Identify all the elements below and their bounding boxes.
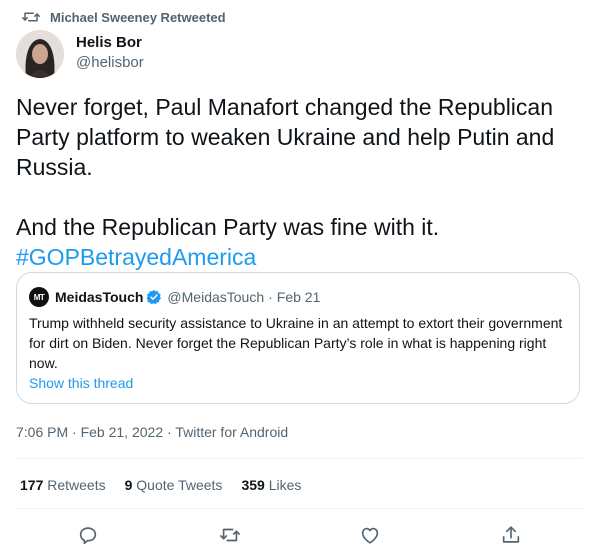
hashtag-link[interactable]: #GOPBetrayedAmerica xyxy=(16,244,256,270)
author-name[interactable]: Helis Bor xyxy=(76,33,144,53)
retweets-label: Retweets xyxy=(47,477,106,493)
tweet-text: Never forget, Paul Manafort changed the … xyxy=(16,92,582,272)
quoted-author-handle[interactable]: @MeidasTouch xyxy=(167,289,264,305)
author-handle[interactable]: @helisbor xyxy=(76,53,144,73)
tweet-stats: 177 Retweets 9 Quote Tweets 359 Likes xyxy=(20,477,301,493)
like-icon[interactable] xyxy=(359,524,381,546)
tweet-time[interactable]: 7:06 PM xyxy=(16,424,68,440)
quote-tweets-count: 9 xyxy=(124,477,133,493)
retweet-context[interactable]: Michael Sweeney Retweeted xyxy=(22,8,226,26)
quote-tweets-label: Quote Tweets xyxy=(136,477,223,493)
quoted-tweet-text: Trump withheld security assistance to Uk… xyxy=(29,315,563,371)
divider xyxy=(16,458,582,459)
retweets-count: 177 xyxy=(20,477,44,493)
quoted-avatar[interactable]: MT xyxy=(29,287,49,307)
verified-badge-icon xyxy=(146,289,162,305)
retweet-icon xyxy=(22,9,40,25)
retweets-stat[interactable]: 177 Retweets xyxy=(20,477,106,493)
quoted-separator: · xyxy=(268,289,273,305)
quote-tweets-stat[interactable]: 9 Quote Tweets xyxy=(125,477,223,493)
share-icon[interactable] xyxy=(500,524,522,546)
retweet-context-label: Michael Sweeney Retweeted xyxy=(50,9,226,25)
tweet-text-paragraph-2: And the Republican Party was fine with i… xyxy=(16,214,440,240)
divider xyxy=(16,508,582,509)
quoted-tweet-header: MT MeidasTouch @MeidasTouch · Feb 21 xyxy=(29,287,320,307)
tweet-text-paragraph-1: Never forget, Paul Manafort changed the … xyxy=(16,94,555,180)
show-thread-link[interactable]: Show this thread xyxy=(29,375,133,391)
quoted-date[interactable]: Feb 21 xyxy=(277,289,321,305)
tweet-author[interactable]: Helis Bor @helisbor xyxy=(76,33,144,73)
likes-label: Likes xyxy=(268,477,302,493)
tweet-metadata: 7:06 PM · Feb 21, 2022 · Twitter for And… xyxy=(16,424,288,440)
quoted-author-name[interactable]: MeidasTouch xyxy=(55,289,143,305)
tweet-source[interactable]: Twitter for Android xyxy=(175,424,288,440)
tweet-actions xyxy=(0,520,598,550)
likes-count: 359 xyxy=(241,477,265,493)
quoted-tweet[interactable]: MT MeidasTouch @MeidasTouch · Feb 21 Tru… xyxy=(16,272,580,404)
tweet-date[interactable]: Feb 21, 2022 xyxy=(81,424,164,440)
meta-separator: · xyxy=(167,424,172,440)
avatar[interactable] xyxy=(16,30,64,78)
retweet-icon[interactable] xyxy=(219,524,241,546)
reply-icon[interactable] xyxy=(77,524,99,546)
meta-separator: · xyxy=(72,424,77,440)
likes-stat[interactable]: 359 Likes xyxy=(241,477,301,493)
